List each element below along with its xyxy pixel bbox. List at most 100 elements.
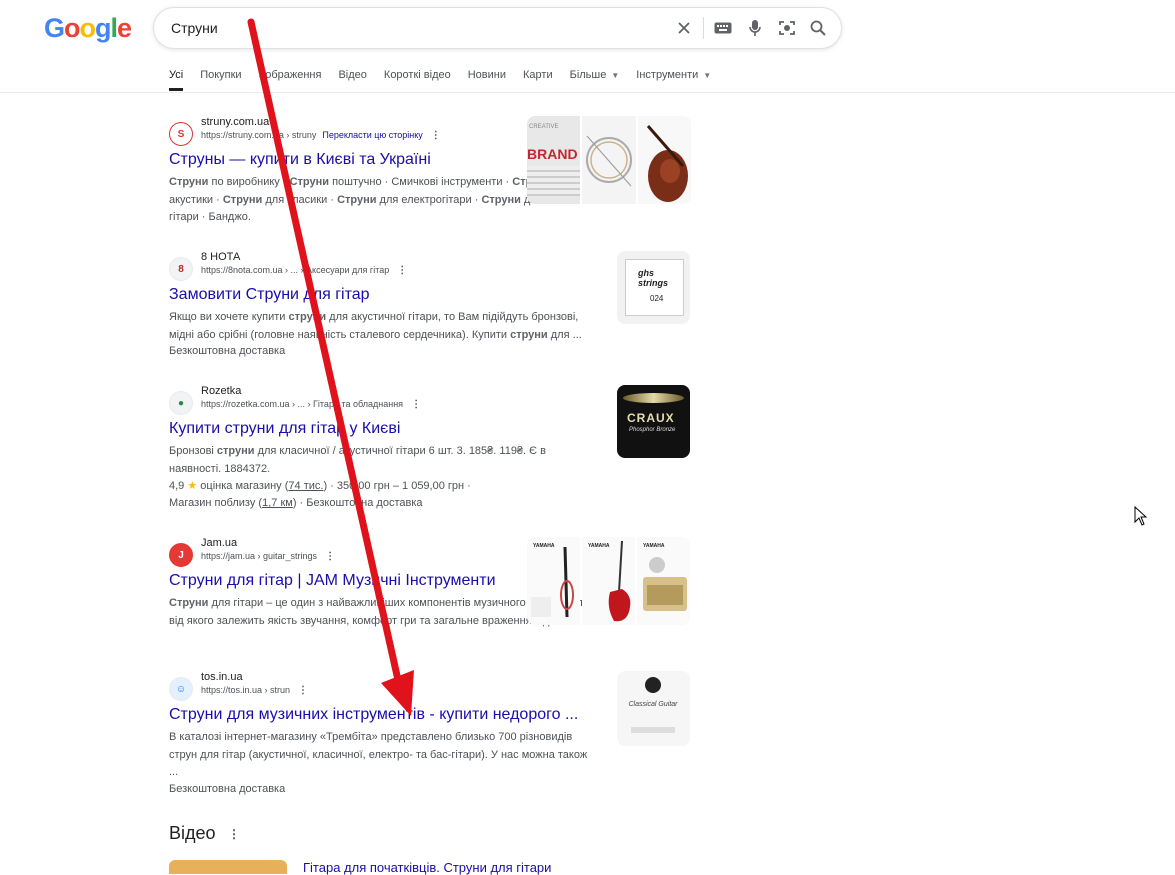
- thumbnail-image[interactable]: YAMAHA: [582, 537, 635, 625]
- microphone-icon[interactable]: [745, 18, 765, 38]
- tab-tools-label: Інструменти: [636, 69, 699, 81]
- more-options-icon[interactable]: ⋮: [228, 827, 240, 841]
- site-favicon: J: [169, 543, 193, 567]
- thumbnail-image[interactable]: CREATIVE BRAND: [527, 116, 580, 204]
- electric-guitar-graphic: [608, 540, 631, 622]
- site-url: https://8nota.com.ua › ... › Аксесуари д…: [201, 265, 407, 276]
- translate-link[interactable]: Перекласти цю сторінку: [322, 130, 422, 140]
- thumbnail-image[interactable]: ghs strings 024: [617, 251, 690, 324]
- store-line: Магазин поблизу (1,7 км) · Безкоштовна д…: [169, 497, 423, 509]
- video-section-heading: Відео: [169, 823, 216, 843]
- tab-news[interactable]: Новини: [468, 69, 506, 91]
- more-options-icon[interactable]: ⋮: [298, 685, 308, 696]
- search-icon[interactable]: [808, 18, 828, 38]
- rating-label: оцінка магазину: [200, 480, 282, 492]
- thumbnail-image[interactable]: YAMAHA: [527, 537, 580, 625]
- thumb-text: CRAUX: [627, 411, 675, 425]
- wings-graphic: [623, 393, 684, 403]
- result-thumbnails[interactable]: Classical Guitar: [617, 671, 690, 746]
- electric-violin-graphic: [531, 546, 574, 618]
- thumb-text: YAMAHA: [643, 543, 665, 549]
- result-title-link[interactable]: Струны — купити в Києві та Україні: [169, 151, 431, 169]
- result-thumbnails[interactable]: YAMAHA YAMAHA YAMAHA: [527, 537, 690, 625]
- thumb-text: 024: [650, 294, 664, 303]
- tab-tools[interactable]: Інструменти ▼: [636, 69, 711, 91]
- thumb-text: Classical Guitar: [628, 701, 678, 708]
- clear-icon[interactable]: [674, 18, 694, 38]
- more-options-icon[interactable]: ⋮: [411, 399, 421, 410]
- thumbnail-image[interactable]: Classical Guitar: [617, 671, 690, 746]
- divider: [703, 17, 704, 39]
- result-title-link[interactable]: Купити струни для гітар у Києві: [169, 420, 400, 438]
- video-title-link[interactable]: Гітара для початківців. Струни для гітар…: [303, 860, 551, 875]
- lens-camera-icon[interactable]: [777, 18, 797, 38]
- header-divider: [0, 92, 1175, 93]
- google-logo[interactable]: Google: [44, 13, 132, 44]
- thumb-pattern: [527, 166, 580, 196]
- keyboard-icon[interactable]: [713, 18, 733, 38]
- result-thumbnails[interactable]: ghs strings 024: [617, 251, 690, 324]
- chevron-down-icon: ▼: [703, 71, 712, 80]
- free-delivery-label: Безкоштовна доставка: [306, 497, 423, 509]
- search-tabs: Усі Покупки Зображення Відео Короткі від…: [169, 69, 728, 91]
- site-name: 8 НОТА: [201, 251, 241, 263]
- more-options-icon[interactable]: ⋮: [431, 130, 441, 141]
- thumb-text: ghs strings: [638, 268, 669, 288]
- tab-more[interactable]: Більше ▼: [570, 69, 620, 91]
- bird-logo-graphic: [645, 677, 661, 693]
- free-delivery-label: Безкоштовна доставка: [169, 783, 286, 795]
- site-url: https://tos.in.ua › strun ⋮: [201, 685, 308, 696]
- thumbnail-image[interactable]: [582, 116, 636, 204]
- search-input[interactable]: Струни: [171, 20, 218, 36]
- thumb-text: Phosphor Bronze: [629, 427, 676, 433]
- logo-letter: g: [95, 13, 111, 43]
- chevron-down-icon: ▼: [611, 71, 620, 80]
- logo-letter: o: [79, 13, 96, 43]
- tab-images[interactable]: Зображення: [259, 69, 322, 91]
- site-name: Jam.ua: [201, 537, 238, 549]
- more-options-icon[interactable]: ⋮: [397, 265, 407, 276]
- result-thumbnails[interactable]: CRAUX Phosphor Bronze: [617, 385, 690, 458]
- search-result: ☺ tos.in.ua https://tos.in.ua › strun ⋮ С…: [169, 671, 599, 801]
- result-thumbnails[interactable]: CREATIVE BRAND: [527, 116, 691, 204]
- tab-maps[interactable]: Карти: [523, 69, 553, 91]
- tab-short-videos[interactable]: Короткі відео: [384, 69, 451, 91]
- site-favicon: ●: [169, 391, 193, 415]
- store-nearby-label: Магазин поблизу: [169, 497, 256, 509]
- result-snippet: Якщо ви хочете купити струни для акустич…: [169, 311, 582, 341]
- rating-value: 4,9: [169, 480, 185, 492]
- result-snippet: В каталозі інтернет-магазину «Трембіта» …: [169, 731, 588, 778]
- site-favicon: ☺: [169, 677, 193, 701]
- free-delivery-label: Безкоштовна доставка: [169, 345, 286, 357]
- search-box[interactable]: Струни: [153, 7, 842, 49]
- rating-count-link[interactable]: 74 тис.: [288, 480, 323, 492]
- distance-link[interactable]: 1,7 км: [262, 497, 293, 509]
- thumbnail-image[interactable]: YAMAHA: [637, 537, 690, 625]
- price-range: 350,00 грн – 1 059,00 грн: [336, 480, 465, 492]
- result-title-link[interactable]: Струни для гітар | JAM Музичні Інструмен…: [169, 572, 496, 590]
- thumbnail-image[interactable]: CRAUX Phosphor Bronze: [617, 385, 690, 458]
- thumb-text: YAMAHA: [533, 543, 555, 549]
- site-favicon: 8: [169, 257, 193, 281]
- url-text: https://8nota.com.ua › ... › Аксесуари д…: [201, 265, 390, 275]
- tab-more-label: Більше: [569, 69, 607, 81]
- tab-videos[interactable]: Відео: [338, 69, 366, 91]
- url-text: https://jam.ua › guitar_strings: [201, 551, 318, 561]
- star-icon: ★: [187, 480, 198, 492]
- thumbnail-image[interactable]: [638, 116, 691, 204]
- more-options-icon[interactable]: ⋮: [325, 551, 335, 562]
- site-favicon: S: [169, 122, 193, 146]
- site-name: tos.in.ua: [201, 671, 243, 683]
- result-snippet: Бронзові струни для класичної / акустичн…: [169, 445, 546, 475]
- result-title-link[interactable]: Струни для музичних інструментів - купит…: [169, 706, 578, 724]
- tab-all[interactable]: Усі: [169, 69, 184, 91]
- site-url: https://rozetka.com.ua › ... › Гітари та…: [201, 399, 421, 410]
- search-result: 8 8 НОТА https://8nota.com.ua › ... › Ак…: [169, 251, 599, 361]
- logo-letter: e: [117, 13, 132, 43]
- site-name: Rozetka: [201, 385, 242, 397]
- package-graphic: ghs strings 024: [625, 259, 684, 316]
- tab-shopping[interactable]: Покупки: [200, 69, 241, 91]
- url-text: https://rozetka.com.ua › ... › Гітари та…: [201, 399, 404, 409]
- result-title-link[interactable]: Замовити Струни для гітар: [169, 286, 370, 304]
- video-thumbnail[interactable]: [169, 860, 287, 874]
